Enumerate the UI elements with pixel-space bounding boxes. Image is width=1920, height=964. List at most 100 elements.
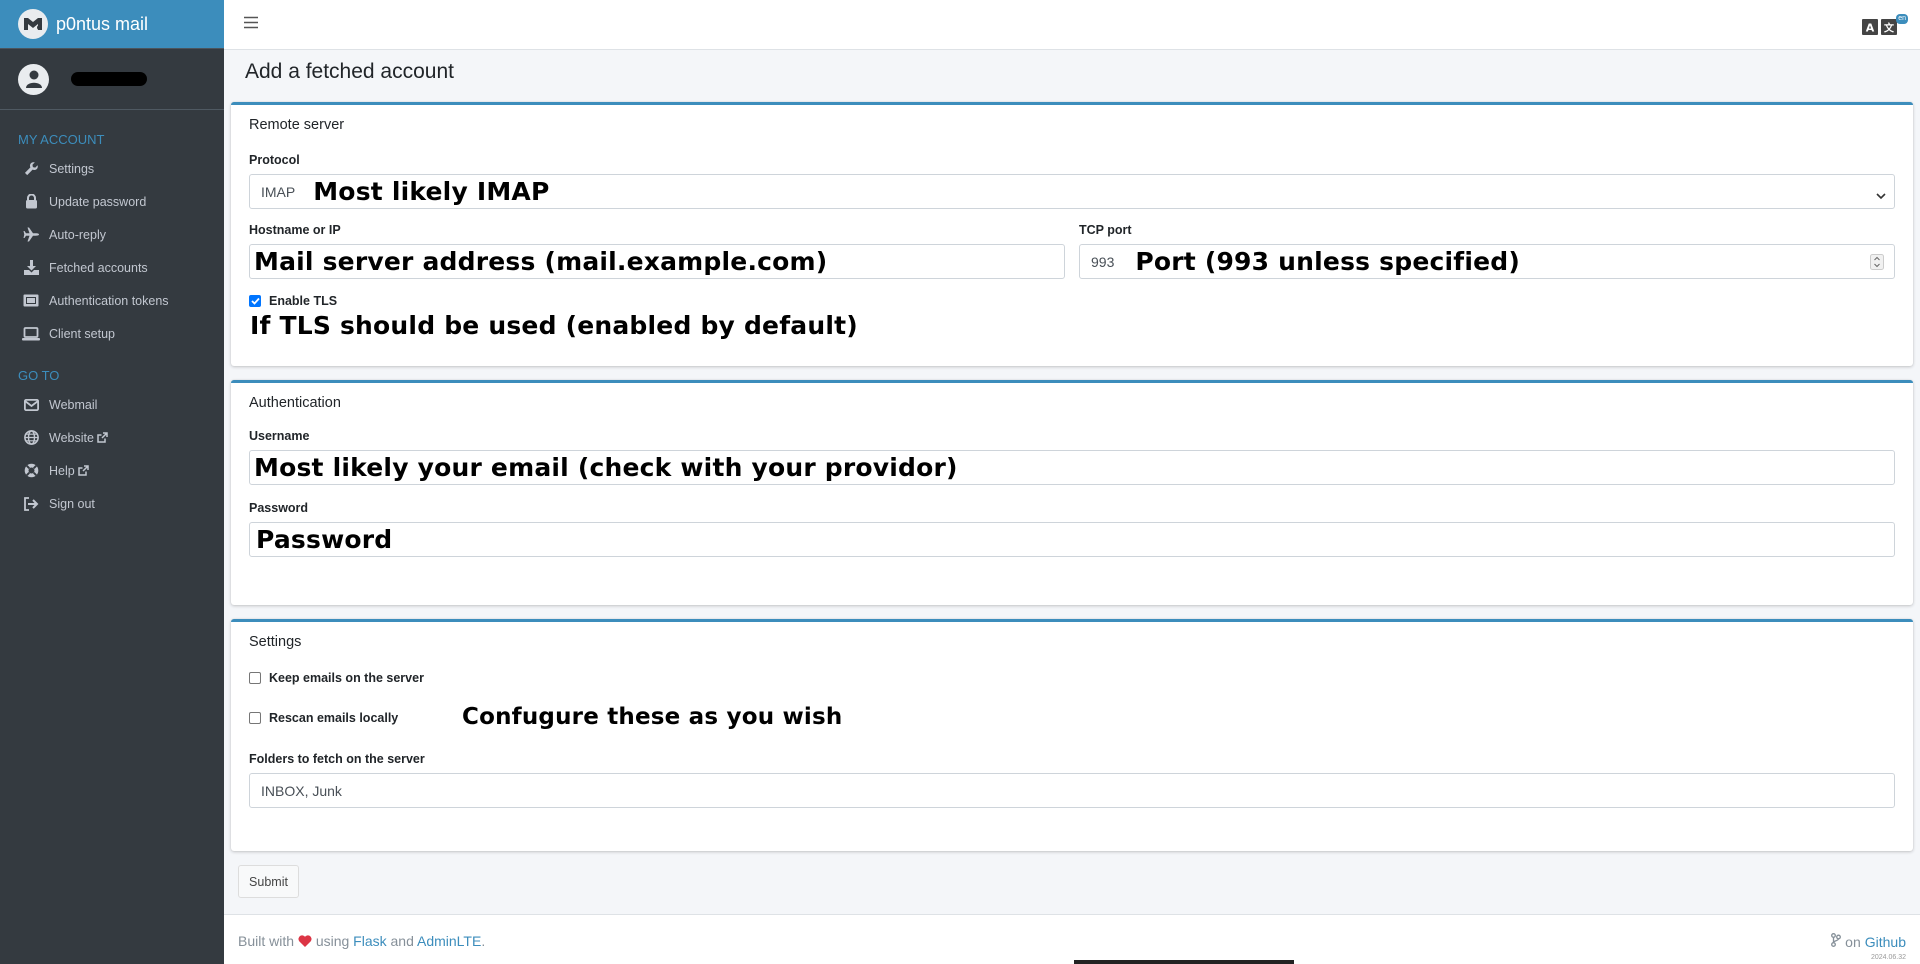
external-link-icon: [97, 432, 108, 443]
folders-label: Folders to fetch on the server: [249, 752, 425, 766]
sidebar-item-label: Client setup: [49, 326, 116, 341]
laptop-icon: [22, 326, 40, 342]
horizontal-scrollbar[interactable]: [1074, 960, 1294, 964]
lifering-icon: [22, 463, 40, 479]
remote-server-card: Remote server Protocol IMAP Most likely …: [231, 102, 1913, 366]
brand-title: p0ntus mail: [56, 13, 149, 34]
sidebar-item-label: Auto-reply: [49, 227, 106, 242]
sidebar-item-label: Fetched accounts: [49, 260, 148, 275]
footer-period: .: [481, 933, 486, 949]
sidebar-item-fetched-accounts[interactable]: Fetched accounts: [0, 251, 224, 284]
port-annotation: Port (993 unless specified): [1135, 247, 1520, 276]
nav-header-my-account: MY ACCOUNT: [18, 132, 105, 147]
username-input[interactable]: Most likely your email (check with your …: [249, 450, 1895, 485]
brand-logo-icon: [18, 9, 48, 39]
tls-label: Enable TLS: [269, 294, 338, 308]
username-label: Username: [249, 429, 310, 443]
sidebar-item-authentication-tokens[interactable]: Authentication tokens: [0, 284, 224, 317]
tls-annotation: If TLS should be used (enabled by defaul…: [250, 311, 858, 340]
wrench-icon: [22, 161, 40, 177]
sidebar-item-sign-out[interactable]: Sign out: [0, 487, 224, 520]
hostname-annotation: Mail server address (mail.example.com): [254, 247, 828, 276]
keep-emails-row[interactable]: Keep emails on the server: [249, 671, 1895, 685]
settings-card: Settings Keep emails on the server Resca…: [231, 619, 1913, 851]
flask-link[interactable]: Flask: [353, 933, 386, 949]
heart-icon: [298, 933, 312, 949]
user-panel: [0, 49, 224, 110]
sidebar-item-label: Update password: [49, 194, 147, 209]
sidebar-item-help[interactable]: Help: [0, 454, 224, 487]
card-title: Authentication: [249, 395, 341, 411]
footer-and: and: [390, 933, 414, 949]
sidebar-item-label: Sign out: [49, 496, 95, 511]
footer-credits: Built with using Flask and AdminLTE.: [238, 933, 485, 949]
sidebar-item-settings[interactable]: Settings: [0, 152, 224, 185]
rescan-emails-checkbox[interactable]: [249, 712, 261, 724]
protocol-label: Protocol: [249, 153, 300, 167]
svg-text:A: A: [1866, 22, 1875, 35]
sidebar-item-label: Help: [49, 463, 75, 478]
sidebar-item-label: Authentication tokens: [49, 293, 169, 308]
footer-built-with: Built with: [238, 933, 295, 949]
username-annotation: Most likely your email (check with your …: [254, 453, 958, 482]
lock-icon: [22, 194, 40, 210]
keep-emails-checkbox[interactable]: [249, 672, 261, 684]
svg-text:文: 文: [1884, 22, 1895, 35]
sidebar-item-auto-reply[interactable]: Auto-reply: [0, 218, 224, 251]
tls-checkbox[interactable]: [249, 295, 261, 307]
adminlte-link[interactable]: AdminLTE: [417, 933, 481, 949]
globe-icon: [22, 430, 40, 446]
sidebar-item-label: Webmail: [49, 397, 98, 412]
authentication-card: Authentication Username Most likely your…: [231, 380, 1913, 605]
page-title: Add a fetched account: [245, 60, 454, 83]
protocol-value: IMAP: [261, 183, 296, 200]
language-badge: en: [1896, 14, 1908, 24]
footer-source: on Github: [1831, 933, 1906, 950]
password-input[interactable]: Password: [249, 522, 1895, 557]
github-link[interactable]: Github: [1865, 934, 1906, 950]
card-title: Settings: [249, 634, 302, 650]
footer: Built with using Flask and AdminLTE. on …: [224, 914, 1920, 964]
sidebar-item-webmail[interactable]: Webmail: [0, 388, 224, 421]
code-branch-icon: [1831, 933, 1842, 950]
download-icon: [22, 260, 40, 276]
hostname-input[interactable]: Mail server address (mail.example.com): [249, 244, 1065, 279]
submit-button[interactable]: Submit: [238, 865, 299, 898]
sidebar-item-update-password[interactable]: Update password: [0, 185, 224, 218]
password-annotation: Password: [256, 525, 393, 554]
top-navbar: A文 en: [224, 0, 1920, 50]
sidebar-item-website[interactable]: Website: [0, 421, 224, 454]
rescan-emails-label: Rescan emails locally: [269, 711, 399, 725]
plane-icon: [22, 227, 40, 243]
ticket-icon: [22, 293, 40, 309]
port-label: TCP port: [1079, 223, 1132, 237]
brand-link[interactable]: p0ntus mail: [0, 0, 224, 49]
user-avatar-icon: [18, 63, 49, 95]
protocol-annotation: Most likely IMAP: [313, 177, 550, 206]
version-label: 2024.06.32: [1870, 954, 1906, 961]
sign-out-icon: [22, 496, 40, 512]
protocol-select[interactable]: IMAP Most likely IMAP: [249, 174, 1895, 209]
password-label: Password: [249, 501, 309, 515]
nav-header-go-to: GO TO: [18, 368, 60, 383]
stepper-icon[interactable]: [1870, 254, 1884, 273]
tls-checkbox-row[interactable]: Enable TLS: [249, 294, 1895, 308]
sidebar-item-client-setup[interactable]: Client setup: [0, 317, 224, 350]
sidebar-item-label: Settings: [49, 161, 95, 176]
port-input[interactable]: 993 Port (993 unless specified): [1079, 244, 1895, 279]
chevron-down-icon: [1876, 187, 1886, 203]
port-value: 993: [1091, 253, 1115, 270]
user-name-redacted: [71, 72, 147, 86]
menu-toggle-icon[interactable]: [244, 16, 258, 32]
envelope-icon: [22, 397, 40, 413]
main-content: Add a fetched account Remote server Prot…: [224, 50, 1920, 914]
folders-value: INBOX, Junk: [261, 782, 342, 799]
external-link-icon: [77, 465, 89, 476]
keep-emails-label: Keep emails on the server: [269, 671, 424, 685]
settings-annotation: Confugure these as you wish: [462, 704, 843, 730]
language-switch-icon[interactable]: A文: [1862, 17, 1898, 37]
sidebar: p0ntus mail MY ACCOUNT Settings Update p…: [0, 0, 224, 964]
card-title: Remote server: [249, 117, 345, 133]
hostname-label: Hostname or IP: [249, 223, 341, 237]
folders-input[interactable]: INBOX, Junk: [249, 773, 1895, 808]
